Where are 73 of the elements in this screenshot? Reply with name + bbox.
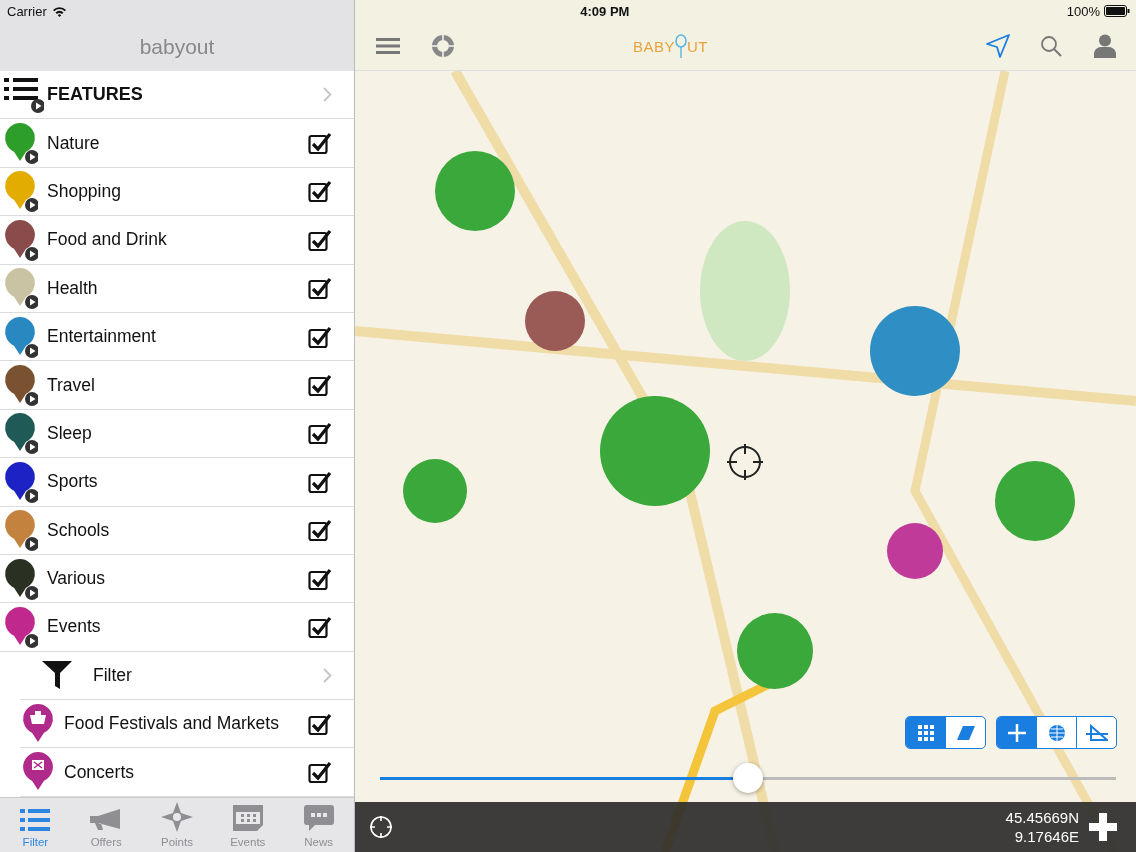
list-icon	[4, 75, 44, 114]
wifi-icon	[51, 5, 67, 17]
lifebuoy-icon[interactable]	[431, 34, 455, 58]
subcategory-label[interactable]: Food Festivals and Markets	[64, 713, 308, 735]
play-icon	[25, 295, 38, 310]
crosshair-icon	[1007, 723, 1026, 742]
category-label[interactable]: Schools	[47, 519, 308, 541]
checkbox[interactable]	[308, 131, 332, 156]
category-label[interactable]: Various	[47, 568, 308, 590]
checkbox[interactable]	[308, 324, 332, 349]
list-icon	[20, 808, 51, 832]
user-icon[interactable]	[1094, 34, 1116, 58]
chevron-icon	[323, 667, 332, 683]
longitude-text: 9.17646E	[1014, 827, 1079, 846]
checkbox[interactable]	[308, 518, 332, 543]
pin-icon	[23, 752, 53, 791]
crosshair-toggle[interactable]	[997, 717, 1036, 748]
category-label[interactable]: Nature	[47, 132, 308, 154]
battery-percent: 100%	[1066, 3, 1100, 19]
play-icon	[25, 343, 38, 358]
grid-icon	[917, 724, 934, 741]
checkbox[interactable]	[308, 276, 332, 301]
app-title: babyout	[139, 35, 215, 59]
play-icon	[25, 634, 38, 648]
battery-icon	[1104, 5, 1130, 17]
plus-icon[interactable]	[1089, 813, 1117, 841]
play-icon	[25, 537, 38, 552]
play-icon	[25, 246, 38, 261]
play-icon	[25, 488, 38, 503]
grid-toggle[interactable]	[906, 717, 945, 748]
checkbox[interactable]	[308, 373, 332, 398]
checkbox[interactable]	[308, 179, 332, 204]
app-logo: BABY UT	[633, 34, 708, 58]
chevron-icon	[323, 87, 332, 103]
play-icon	[25, 198, 38, 213]
checkbox[interactable]	[308, 421, 332, 446]
checkbox[interactable]	[308, 615, 332, 639]
category-label[interactable]: Shopping	[47, 180, 308, 202]
search-icon[interactable]	[1040, 35, 1062, 57]
navigation-arrow-icon[interactable]	[986, 34, 1010, 58]
ruler-icon	[1085, 723, 1108, 742]
compass-star-icon	[161, 802, 193, 832]
carrier-label: Carrier	[7, 3, 47, 19]
category-label[interactable]: Sleep	[47, 422, 308, 444]
checkbox[interactable]	[308, 227, 332, 252]
filter-label[interactable]: Filter	[93, 664, 323, 686]
checkbox[interactable]	[308, 566, 332, 591]
menu-icon[interactable]	[376, 38, 400, 54]
locate-icon[interactable]	[369, 815, 393, 839]
crosshair-icon	[727, 444, 763, 480]
category-label[interactable]: Entertainment	[47, 326, 308, 348]
checkbox[interactable]	[308, 469, 332, 494]
latitude-text: 45.45669N	[1005, 808, 1079, 827]
play-icon	[25, 150, 38, 165]
funnel-icon	[42, 660, 72, 691]
play-icon	[25, 440, 38, 455]
play-icon	[25, 585, 38, 600]
calendar-icon	[231, 804, 264, 832]
checkbox[interactable]	[308, 760, 332, 785]
category-label[interactable]: Food and Drink	[47, 229, 308, 251]
checkbox[interactable]	[308, 711, 332, 736]
category-label[interactable]: Health	[47, 277, 308, 299]
subcategory-label[interactable]: Concerts	[64, 761, 308, 783]
parallelogram-icon	[956, 725, 975, 740]
section-label[interactable]: FEATURES	[47, 84, 323, 106]
pin-icon	[23, 703, 53, 742]
category-label[interactable]: Sports	[47, 471, 308, 493]
clock-time: 4:09 PM	[580, 3, 630, 19]
play-icon	[25, 392, 38, 407]
category-label[interactable]: Travel	[47, 374, 308, 396]
globe-icon	[1047, 723, 1066, 742]
category-label[interactable]: Events	[47, 616, 308, 638]
chat-bubble-icon	[302, 804, 335, 832]
